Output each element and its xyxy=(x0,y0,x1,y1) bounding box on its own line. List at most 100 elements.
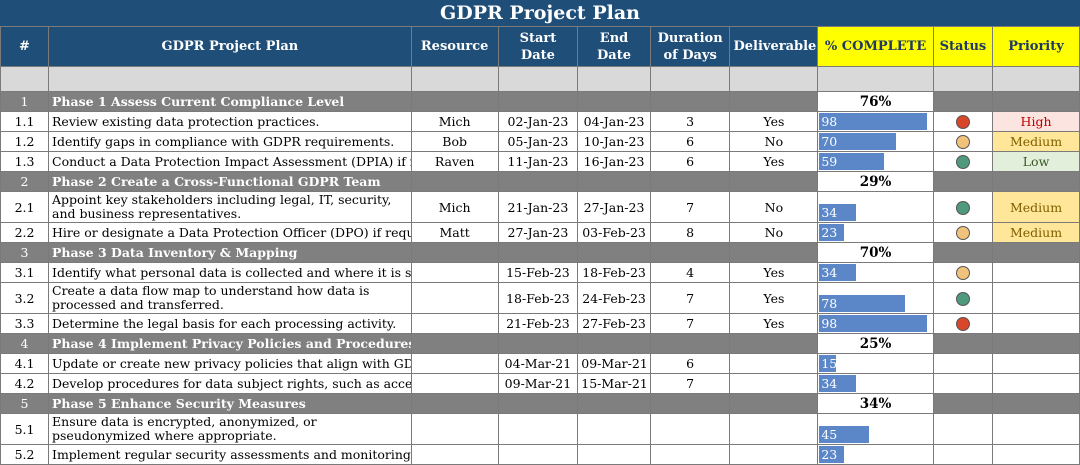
task-percent-complete[interactable]: 34 xyxy=(817,373,934,394)
col-header-num[interactable]: # xyxy=(0,26,50,67)
cell[interactable] xyxy=(577,171,651,192)
task-percent-complete[interactable]: 23 xyxy=(817,222,934,243)
col-header-priority[interactable]: Priority xyxy=(992,26,1080,67)
cell[interactable] xyxy=(932,333,994,354)
cell[interactable] xyxy=(410,393,499,414)
task-end-date[interactable]: 27-Jan-23 xyxy=(577,191,651,223)
task-name[interactable]: Identify gaps in compliance with GDPR re… xyxy=(48,131,412,152)
col-header-start[interactable]: Start Date xyxy=(497,26,579,67)
task-end-date[interactable]: 10-Jan-23 xyxy=(577,131,651,152)
task-duration[interactable]: 7 xyxy=(649,191,731,223)
cell[interactable] xyxy=(729,333,819,354)
task-deliverable[interactable]: Yes xyxy=(729,282,819,314)
cell[interactable] xyxy=(649,91,731,112)
cell[interactable] xyxy=(410,171,499,192)
task-end-date[interactable]: 09-Mar-21 xyxy=(577,353,651,374)
task-priority[interactable]: Low xyxy=(992,151,1080,172)
task-percent-complete[interactable]: 59 xyxy=(817,151,934,172)
task-name[interactable]: Review existing data protection practice… xyxy=(48,111,412,132)
task-resource[interactable] xyxy=(410,313,499,334)
phase-number[interactable]: 3 xyxy=(0,242,50,263)
task-name[interactable]: Appoint key stakeholders including legal… xyxy=(48,191,412,223)
task-deliverable[interactable] xyxy=(729,353,819,374)
task-name[interactable]: Identify what personal data is collected… xyxy=(48,262,412,283)
task-number[interactable]: 2.2 xyxy=(0,222,50,243)
task-deliverable[interactable]: No xyxy=(729,191,819,223)
task-number[interactable]: 3.2 xyxy=(0,282,50,314)
task-name[interactable]: Hire or designate a Data Protection Offi… xyxy=(48,222,412,243)
col-header-end[interactable]: End Date xyxy=(577,26,651,67)
cell[interactable] xyxy=(729,91,819,112)
task-resource[interactable] xyxy=(410,373,499,394)
task-status[interactable] xyxy=(932,191,994,223)
task-start-date[interactable]: 04-Mar-21 xyxy=(497,353,579,374)
task-name[interactable]: Conduct a Data Protection Impact Assessm… xyxy=(48,151,412,172)
task-priority[interactable]: Medium xyxy=(992,131,1080,152)
task-start-date[interactable] xyxy=(497,413,579,445)
task-number[interactable]: 1.1 xyxy=(0,111,50,132)
task-start-date[interactable]: 09-Mar-21 xyxy=(497,373,579,394)
cell[interactable] xyxy=(649,171,731,192)
cell[interactable] xyxy=(932,393,994,414)
cell[interactable] xyxy=(577,66,651,92)
cell[interactable] xyxy=(497,242,579,263)
task-end-date[interactable]: 16-Jan-23 xyxy=(577,151,651,172)
task-status[interactable] xyxy=(932,444,994,465)
task-priority[interactable]: Medium xyxy=(992,191,1080,223)
task-status[interactable] xyxy=(932,282,994,314)
cell[interactable] xyxy=(649,66,731,92)
cell[interactable] xyxy=(410,333,499,354)
task-end-date[interactable]: 18-Feb-23 xyxy=(577,262,651,283)
task-number[interactable]: 1.2 xyxy=(0,131,50,152)
cell[interactable] xyxy=(48,66,412,92)
phase-percent-complete[interactable]: 76% xyxy=(817,91,934,112)
task-priority[interactable] xyxy=(992,262,1080,283)
task-start-date[interactable]: 05-Jan-23 xyxy=(497,131,579,152)
phase-name[interactable]: Phase 4 Implement Privacy Policies and P… xyxy=(48,333,412,354)
col-header-resource[interactable]: Resource xyxy=(410,26,499,67)
task-number[interactable]: 2.1 xyxy=(0,191,50,223)
phase-name[interactable]: Phase 3 Data Inventory & Mapping xyxy=(48,242,412,263)
task-status[interactable] xyxy=(932,373,994,394)
task-number[interactable]: 3.3 xyxy=(0,313,50,334)
task-deliverable[interactable]: Yes xyxy=(729,262,819,283)
task-resource[interactable]: Bob xyxy=(410,131,499,152)
task-deliverable[interactable]: No xyxy=(729,222,819,243)
cell[interactable] xyxy=(497,171,579,192)
task-number[interactable]: 4.2 xyxy=(0,373,50,394)
phase-number[interactable]: 4 xyxy=(0,333,50,354)
task-end-date[interactable] xyxy=(577,444,651,465)
cell[interactable] xyxy=(577,393,651,414)
task-start-date[interactable]: 02-Jan-23 xyxy=(497,111,579,132)
col-header-duration[interactable]: Duration of Days xyxy=(649,26,731,67)
task-priority[interactable]: Medium xyxy=(992,222,1080,243)
cell[interactable] xyxy=(729,393,819,414)
task-number[interactable]: 3.1 xyxy=(0,262,50,283)
task-resource[interactable] xyxy=(410,282,499,314)
task-duration[interactable]: 6 xyxy=(649,151,731,172)
task-resource[interactable] xyxy=(410,262,499,283)
cell[interactable] xyxy=(817,66,934,92)
task-deliverable[interactable] xyxy=(729,373,819,394)
task-priority[interactable] xyxy=(992,413,1080,445)
phase-name[interactable]: Phase 2 Create a Cross-Functional GDPR T… xyxy=(48,171,412,192)
task-resource[interactable]: Mich xyxy=(410,111,499,132)
task-resource[interactable]: Raven xyxy=(410,151,499,172)
task-end-date[interactable]: 24-Feb-23 xyxy=(577,282,651,314)
task-duration[interactable]: 7 xyxy=(649,373,731,394)
cell[interactable] xyxy=(410,242,499,263)
task-number[interactable]: 1.3 xyxy=(0,151,50,172)
task-end-date[interactable]: 15-Mar-21 xyxy=(577,373,651,394)
task-end-date[interactable]: 04-Jan-23 xyxy=(577,111,651,132)
col-header-plan[interactable]: GDPR Project Plan xyxy=(48,26,412,67)
task-number[interactable]: 5.1 xyxy=(0,413,50,445)
col-header-deliverable[interactable]: Deliverable xyxy=(729,26,819,67)
cell[interactable] xyxy=(577,333,651,354)
task-priority[interactable] xyxy=(992,373,1080,394)
task-status[interactable] xyxy=(932,262,994,283)
phase-name[interactable]: Phase 5 Enhance Security Measures xyxy=(48,393,412,414)
task-deliverable[interactable]: Yes xyxy=(729,111,819,132)
task-status[interactable] xyxy=(932,151,994,172)
task-resource[interactable] xyxy=(410,413,499,445)
cell[interactable] xyxy=(932,242,994,263)
